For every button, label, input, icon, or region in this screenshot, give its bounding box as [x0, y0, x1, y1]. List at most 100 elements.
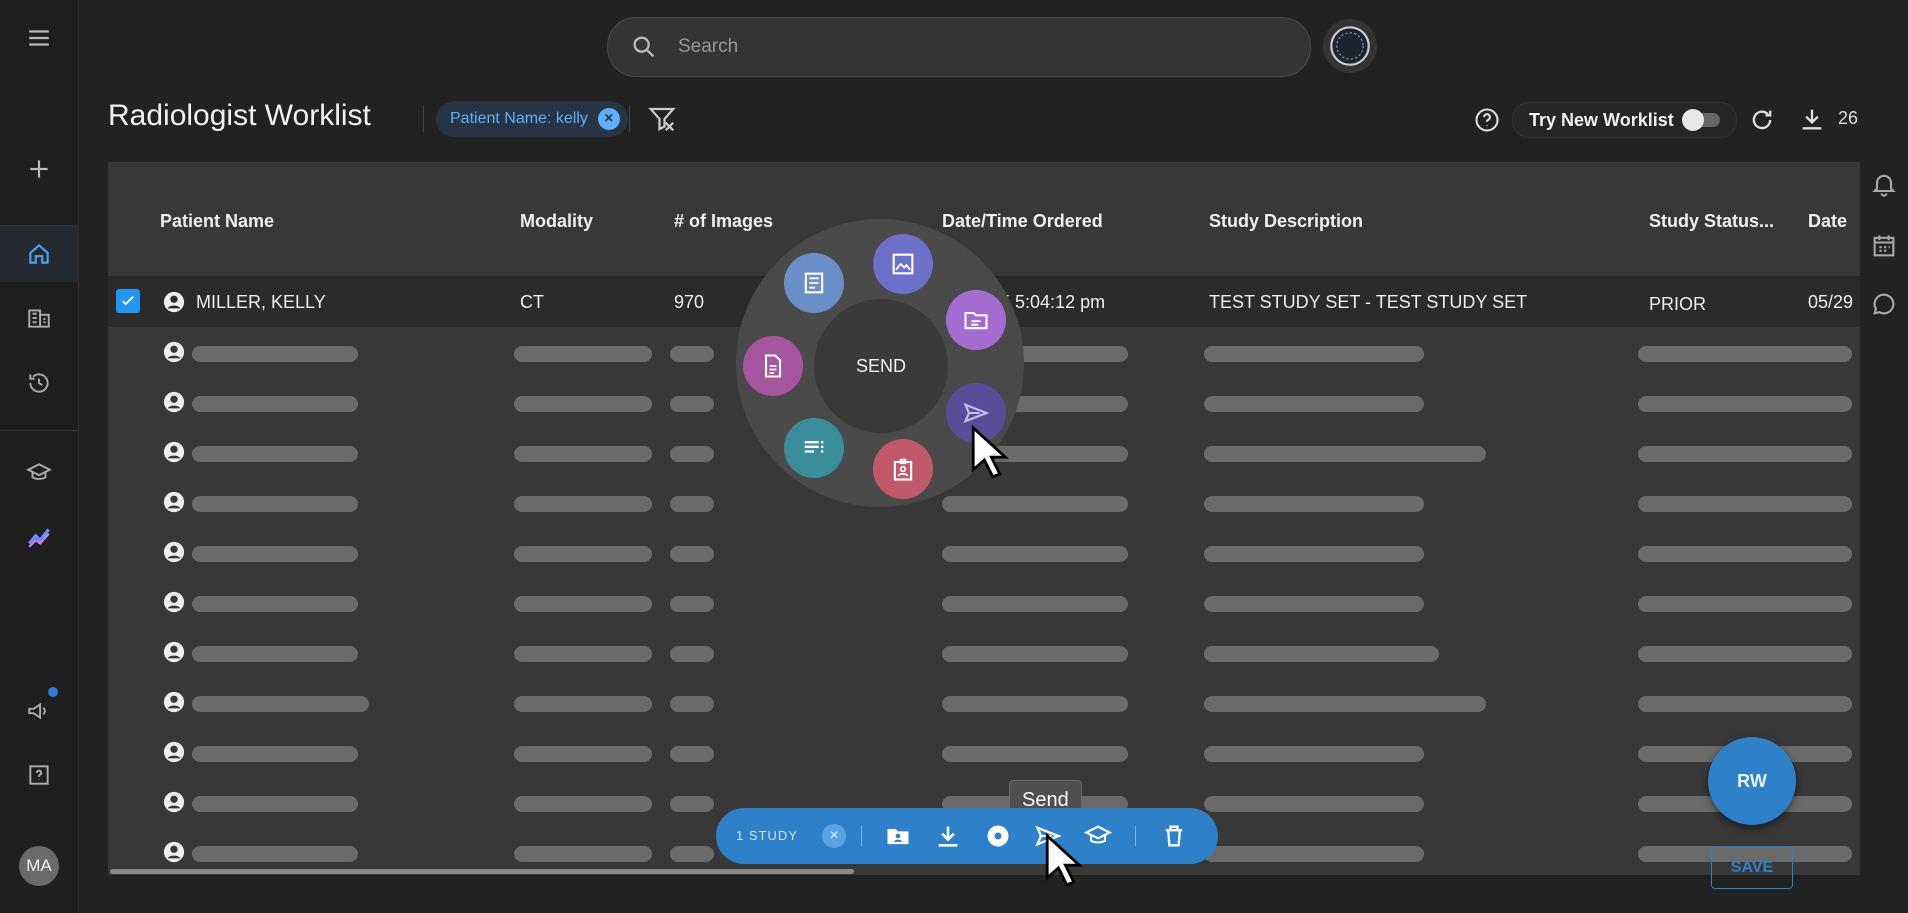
redacted-cell	[514, 396, 652, 412]
redacted-cell	[670, 846, 714, 862]
redacted-cell	[1638, 446, 1852, 462]
sidebar-item-home[interactable]	[0, 226, 78, 282]
redacted-cell	[1204, 596, 1424, 612]
redacted-cell	[514, 446, 652, 462]
clear-filters-icon[interactable]	[647, 104, 677, 134]
download-icon[interactable]	[1798, 105, 1826, 133]
menu-button[interactable]	[0, 10, 78, 66]
column-header-images[interactable]: # of Images	[674, 211, 773, 232]
radial-menu-center[interactable]: SEND	[814, 299, 948, 433]
redacted-cell	[1204, 446, 1486, 462]
column-header-study-description[interactable]: Study Description	[1209, 211, 1363, 232]
row-checkbox[interactable]	[116, 289, 140, 313]
person-icon	[163, 291, 185, 313]
radial-list-button[interactable]	[784, 418, 844, 478]
radial-folder-button[interactable]	[946, 290, 1006, 350]
table-row[interactable]	[108, 627, 1860, 677]
person-icon	[163, 391, 185, 413]
redacted-cell	[192, 696, 369, 712]
person-icon	[163, 641, 185, 663]
refresh-icon[interactable]	[1748, 106, 1776, 134]
check-icon	[122, 295, 134, 306]
column-header-date-ordered[interactable]: Date/Time Ordered	[942, 211, 1103, 232]
redacted-cell	[1204, 846, 1424, 862]
redacted-cell	[192, 796, 358, 812]
radial-document-button[interactable]	[743, 336, 803, 396]
help-button[interactable]	[0, 747, 78, 803]
table-row[interactable]	[108, 577, 1860, 627]
column-header-modality[interactable]: Modality	[520, 211, 593, 232]
download-icon[interactable]	[934, 822, 962, 850]
column-header-date[interactable]: Date	[1808, 211, 1847, 232]
redacted-cell	[1204, 346, 1424, 362]
mouse-cursor-icon	[971, 425, 1010, 479]
radial-report-button[interactable]	[784, 253, 844, 313]
globe-icon	[1330, 26, 1370, 66]
search-input[interactable]	[676, 35, 1280, 59]
table-row[interactable]	[108, 677, 1860, 727]
calendar-icon[interactable]	[1870, 232, 1898, 260]
sidebar: MA	[0, 0, 79, 913]
person-icon	[163, 491, 185, 513]
table-row[interactable]	[108, 727, 1860, 777]
person-icon	[163, 691, 185, 713]
search-icon	[633, 36, 655, 58]
organization-logo[interactable]	[1323, 19, 1377, 73]
redacted-cell	[1204, 796, 1424, 812]
redacted-cell	[670, 496, 714, 512]
mouse-cursor-icon	[1045, 833, 1084, 887]
redacted-cell	[192, 646, 358, 662]
redacted-cell	[942, 596, 1128, 612]
horizontal-scrollbar[interactable]	[110, 869, 854, 874]
graduation-cap-icon[interactable]	[1084, 822, 1112, 850]
table-row[interactable]	[108, 527, 1860, 577]
document-lines-icon	[804, 272, 824, 294]
bell-icon[interactable]	[1870, 170, 1898, 198]
redacted-cell	[192, 546, 358, 562]
toggle-switch[interactable]	[1681, 109, 1720, 131]
redacted-cell	[514, 646, 652, 662]
redacted-cell	[670, 796, 714, 812]
announcements-button[interactable]	[0, 683, 78, 739]
chat-icon[interactable]	[1870, 290, 1898, 318]
building-icon	[28, 309, 50, 328]
avatar[interactable]: MA	[19, 846, 59, 886]
remove-filter-icon[interactable]: ×	[597, 108, 620, 130]
person-icon	[163, 441, 185, 463]
patient-folder-icon[interactable]	[884, 822, 912, 850]
column-header-patient-name[interactable]: Patient Name	[160, 211, 274, 232]
redacted-cell	[670, 746, 714, 762]
redacted-cell	[1204, 396, 1424, 412]
analytics-icon	[28, 528, 51, 548]
redacted-cell	[1638, 496, 1852, 512]
sidebar-item-teaching[interactable]	[0, 445, 78, 501]
redacted-cell	[1204, 646, 1439, 662]
sidebar-item-history[interactable]	[0, 355, 78, 411]
person-icon	[163, 591, 185, 613]
clear-selection-button[interactable]: ×	[822, 824, 846, 848]
sidebar-item-organizations[interactable]	[0, 290, 78, 346]
modality-cell: CT	[520, 292, 544, 312]
disc-icon[interactable]	[984, 822, 1012, 850]
home-icon	[29, 243, 49, 264]
send-icon	[963, 402, 990, 424]
table-row[interactable]	[108, 477, 1860, 527]
person-icon	[163, 741, 185, 763]
trash-icon[interactable]	[1160, 822, 1188, 850]
help-circle-icon[interactable]	[1473, 106, 1501, 134]
filter-chip[interactable]: Patient Name: kelly ×	[436, 101, 628, 137]
column-header-study-status[interactable]: Study Status...	[1649, 211, 1774, 232]
save-button[interactable]: SAVE	[1711, 847, 1793, 889]
search-bar[interactable]	[607, 17, 1311, 77]
try-new-worklist-toggle[interactable]: Try New Worklist	[1512, 102, 1737, 138]
radial-images-button[interactable]	[873, 234, 933, 294]
sidebar-item-analytics[interactable]	[0, 509, 78, 565]
radial-contact-button[interactable]	[873, 439, 933, 499]
person-icon	[163, 791, 185, 813]
new-button[interactable]	[0, 141, 78, 197]
list-icon	[804, 441, 824, 453]
notification-dot	[48, 687, 58, 697]
redacted-cell	[514, 696, 652, 712]
redacted-cell	[514, 796, 652, 812]
rw-fab-button[interactable]: RW	[1708, 737, 1796, 825]
